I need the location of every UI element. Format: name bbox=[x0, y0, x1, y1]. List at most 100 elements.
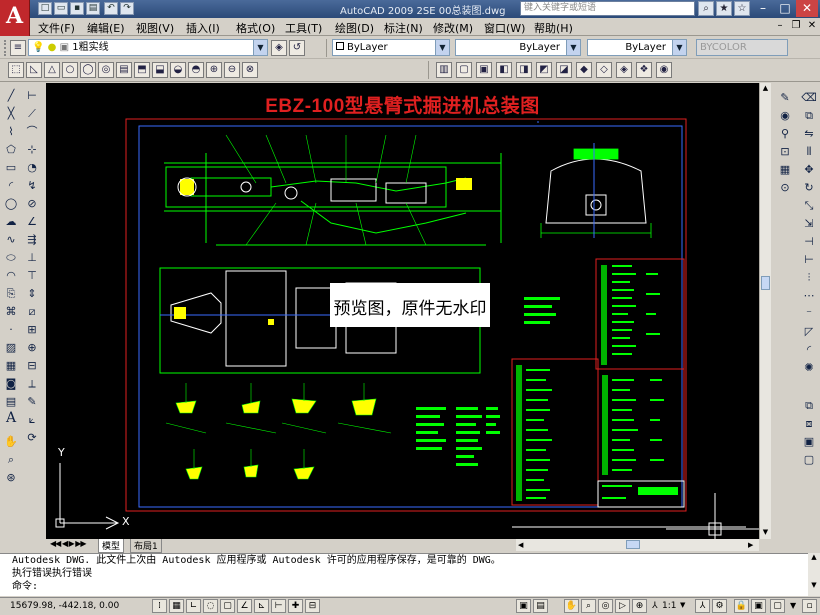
draworder-front-icon[interactable]: ⧉ bbox=[801, 399, 817, 414]
dim-space-icon[interactable]: ⇕ bbox=[24, 287, 40, 302]
color-combo[interactable]: ByLayer ▼ bbox=[332, 39, 450, 56]
copy-icon[interactable]: ⧉ bbox=[801, 109, 817, 124]
save-icon[interactable]: ▪ bbox=[70, 2, 84, 15]
polyline-icon[interactable]: ⬚ bbox=[8, 62, 24, 78]
grid-toggle-icon[interactable]: ▦ bbox=[169, 599, 184, 613]
command-window[interactable]: Autodesk DWG. 此文件上次由 Autodesk 应用程序或 Auto… bbox=[0, 553, 808, 596]
fillet-icon[interactable]: ◜ bbox=[801, 343, 817, 358]
match-props-icon[interactable]: ⚲ bbox=[777, 127, 793, 142]
front-view-icon[interactable]: ◩ bbox=[536, 62, 552, 78]
spline-icon[interactable]: ∿ bbox=[3, 233, 19, 248]
brush-icon[interactable]: ✎ bbox=[777, 91, 793, 106]
properties-icon[interactable]: ◉ bbox=[777, 109, 793, 124]
chamfer-icon[interactable]: ◸ bbox=[801, 325, 817, 340]
undo-icon[interactable]: ↶ bbox=[104, 2, 118, 15]
rectangle-icon[interactable]: ▭ bbox=[3, 161, 19, 176]
scroll-down-icon[interactable]: ▼ bbox=[808, 581, 820, 589]
workspace-icon[interactable]: ⚙ bbox=[712, 599, 727, 613]
tab-model[interactable]: 模型 bbox=[98, 539, 125, 553]
chevron-down-icon[interactable]: ▼ bbox=[680, 601, 685, 609]
draworder-under-icon[interactable]: ▢ bbox=[801, 453, 817, 468]
tolerance-icon[interactable]: ⊞ bbox=[24, 323, 40, 338]
menu-view[interactable]: 视图(V) bbox=[136, 20, 174, 36]
jogged-icon[interactable]: ↯ bbox=[24, 179, 40, 194]
linetype-combo[interactable]: ByLayer ▼ bbox=[455, 39, 581, 56]
menu-file[interactable]: 文件(F) bbox=[38, 20, 75, 36]
ducs-toggle-icon[interactable]: ⊾ bbox=[254, 599, 269, 613]
coordinate-readout[interactable]: 15679.98, -442.18, 0.00 bbox=[10, 601, 119, 611]
union-icon[interactable]: ⊕ bbox=[206, 62, 222, 78]
dim-edit-icon[interactable]: ✎ bbox=[24, 395, 40, 410]
erase-icon[interactable]: ⌫ bbox=[801, 91, 817, 106]
close-button[interactable]: ✕ bbox=[796, 0, 818, 17]
otrack-toggle-icon[interactable]: ∠ bbox=[237, 599, 252, 613]
orbit-icon[interactable]: ⊛ bbox=[3, 471, 19, 486]
scroll-down-icon[interactable]: ▼ bbox=[760, 527, 771, 537]
camera-icon[interactable]: ◉ bbox=[656, 62, 672, 78]
scroll-left-icon[interactable]: ◀ bbox=[518, 540, 528, 550]
print-icon[interactable]: ▤ bbox=[86, 2, 100, 15]
lock-icon[interactable]: 🔒 bbox=[734, 599, 749, 613]
drawing-canvas[interactable]: EBZ-100型悬臂式掘进机总装图 预览图，原件无水印 Y X bbox=[46, 83, 759, 539]
help-search-input[interactable]: 键入关键字或短语 bbox=[520, 1, 695, 16]
layer-previous-icon[interactable]: ↺ bbox=[289, 40, 305, 56]
hardware-acceleration-icon[interactable]: ▣ bbox=[751, 599, 766, 613]
baseline-icon[interactable]: ⊥ bbox=[24, 251, 40, 266]
fullscreen-icon[interactable]: ▫ bbox=[802, 599, 817, 613]
dyn-toggle-icon[interactable]: ⊢ bbox=[271, 599, 286, 613]
intersect-icon[interactable]: ⊗ bbox=[242, 62, 258, 78]
presspull-icon[interactable]: ⬓ bbox=[152, 62, 168, 78]
pyramid-icon[interactable]: ▤ bbox=[116, 62, 132, 78]
3d-move-icon[interactable]: ▥ bbox=[436, 62, 452, 78]
layer-manager-icon[interactable]: ≡ bbox=[10, 40, 26, 56]
zoom-icon[interactable]: ⌕ bbox=[3, 453, 19, 468]
menu-modify[interactable]: 修改(M) bbox=[433, 20, 473, 36]
explode-icon[interactable]: ✺ bbox=[801, 361, 817, 376]
construction-line-icon[interactable]: ╳ bbox=[3, 107, 19, 122]
left-view-icon[interactable]: ◧ bbox=[496, 62, 512, 78]
menu-window[interactable]: 窗口(W) bbox=[484, 20, 525, 36]
draworder-back-icon[interactable]: ⧈ bbox=[801, 417, 817, 432]
break-at-point-icon[interactable]: ⫶ bbox=[801, 271, 817, 286]
stretch-icon[interactable]: ⇲ bbox=[801, 217, 817, 232]
open-icon[interactable]: ▭ bbox=[54, 2, 68, 15]
ordinate-icon[interactable]: ⊹ bbox=[24, 143, 40, 158]
scroll-right-icon[interactable]: ▶ bbox=[748, 540, 758, 550]
ne-iso-icon[interactable]: ◈ bbox=[616, 62, 632, 78]
sweep-icon[interactable]: ◒ bbox=[170, 62, 186, 78]
extend-icon[interactable]: ⊢ bbox=[801, 253, 817, 268]
toolbar-grip[interactable] bbox=[4, 40, 7, 56]
make-block-icon[interactable]: ⌘ bbox=[3, 305, 19, 320]
circle-icon[interactable]: ◯ bbox=[3, 197, 19, 212]
jogged-linear-icon[interactable]: ⟂ bbox=[24, 377, 40, 392]
inspection-icon[interactable]: ⊟ bbox=[24, 359, 40, 374]
radius-icon[interactable]: ◔ bbox=[24, 161, 40, 176]
polygon-icon[interactable]: ⬠ bbox=[3, 143, 19, 158]
break-icon[interactable]: ⋯ bbox=[801, 289, 817, 304]
scroll-up-icon[interactable]: ▲ bbox=[808, 553, 820, 561]
block-editor-icon[interactable]: ⊡ bbox=[777, 145, 793, 160]
cone-icon[interactable]: △ bbox=[44, 62, 60, 78]
annotation-visibility-icon[interactable]: ⊕ bbox=[632, 599, 647, 613]
diameter-icon[interactable]: ⊘ bbox=[24, 197, 40, 212]
cylinder-icon[interactable]: ◯ bbox=[80, 62, 96, 78]
model-space-icon[interactable]: ▣ bbox=[516, 599, 531, 613]
menu-dimension[interactable]: 标注(N) bbox=[384, 20, 423, 36]
rotate-icon[interactable]: ↻ bbox=[801, 181, 817, 196]
layout-space-icon[interactable]: ▤ bbox=[533, 599, 548, 613]
lineweight-combo[interactable]: ByLayer ▼ bbox=[587, 39, 687, 56]
quick-dim-icon[interactable]: ⇶ bbox=[24, 233, 40, 248]
horizontal-scrollbar[interactable]: ◀ ▶ bbox=[516, 539, 759, 551]
ellipse-arc-icon[interactable]: ◠ bbox=[3, 269, 19, 284]
trim-icon[interactable]: ⊣ bbox=[801, 235, 817, 250]
draworder-above-icon[interactable]: ▣ bbox=[801, 435, 817, 450]
command-scrollbar[interactable]: ▲ ▼ bbox=[808, 553, 820, 596]
doc-minimize-button[interactable]: – bbox=[772, 18, 788, 35]
osnap-toggle-icon[interactable]: ▢ bbox=[220, 599, 235, 613]
command-prompt[interactable]: 命令: bbox=[12, 580, 808, 593]
menu-format[interactable]: 格式(O) bbox=[236, 20, 275, 36]
offset-icon[interactable]: ⫴ bbox=[801, 145, 817, 160]
point-icon[interactable]: · bbox=[3, 323, 19, 338]
minimize-button[interactable]: – bbox=[752, 0, 774, 17]
region-icon[interactable]: ◙ bbox=[3, 377, 19, 392]
